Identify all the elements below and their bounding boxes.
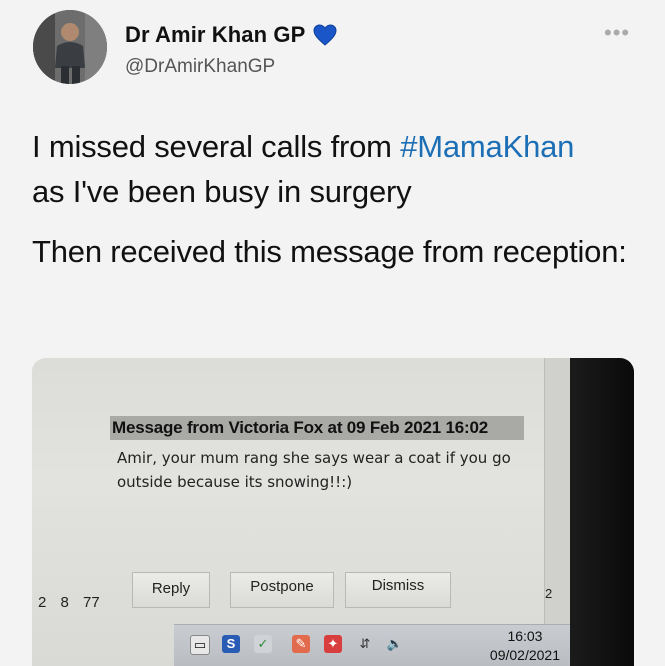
tray-icon-check: ✓ [254,635,272,653]
author-handle[interactable]: @DrAmirKhanGP [125,56,275,78]
message-line: outside because its snowing!!:) [117,473,353,491]
row-numbers: 2 8 77 [38,594,100,611]
tray-icon-monitor: ▭ [190,635,210,655]
attached-photo[interactable]: 2 Message from Victoria Fox at 09 Feb 20… [32,358,634,666]
postpone-button: Postpone [230,572,334,608]
hashtag-link[interactable]: #MamaKhan [400,129,574,164]
message-header: Message from Victoria Fox at 09 Feb 2021… [110,416,524,440]
usb-icon: ⇵ [359,636,371,651]
avatar-photo [33,10,107,84]
scroll-number: 2 [545,586,553,601]
monitor-bezel [570,358,634,666]
tweet-paragraph-2: Then received this message from receptio… [32,234,627,269]
more-options-icon[interactable]: ••• [604,20,630,46]
taskbar-clock: 16:03 09/02/2021 [490,627,560,665]
avatar[interactable] [33,10,107,84]
message-line: Amir, your mum rang she says wear a coat… [117,449,511,467]
clock-date: 09/02/2021 [489,647,560,663]
clock-time: 16:03 [507,628,543,644]
tweet-header: Dr Amir Khan GP @DrAmirKhanGP ••• [0,0,665,100]
taskbar: ▭ S ✓ ✎ ✦ ⇵ 🔈 16:03 09/02/2021 [174,624,570,666]
tray-icon-security: ✦ [324,635,342,653]
author-name[interactable]: Dr Amir Khan GP [125,22,305,48]
tweet-text: I missed several calls from #MamaKhan as… [32,124,642,274]
tray-icon-pencil: ✎ [292,635,310,653]
tweet-text-segment: I missed several calls from [32,129,401,164]
speaker-icon: 🔈 [386,636,404,651]
reply-button: Reply [132,572,210,608]
tweet-paragraph-1: I missed several calls from #MamaKhan as… [32,124,642,214]
monitor-screen [32,358,572,666]
dismiss-button: Dismiss [345,572,451,608]
tweet-text-segment: as I've been busy in surgery [32,174,412,209]
message-body: Amir, your mum rang she says wear a coat… [117,446,527,494]
blue-heart-icon [313,24,337,46]
tray-icon-shield: S [222,635,240,653]
